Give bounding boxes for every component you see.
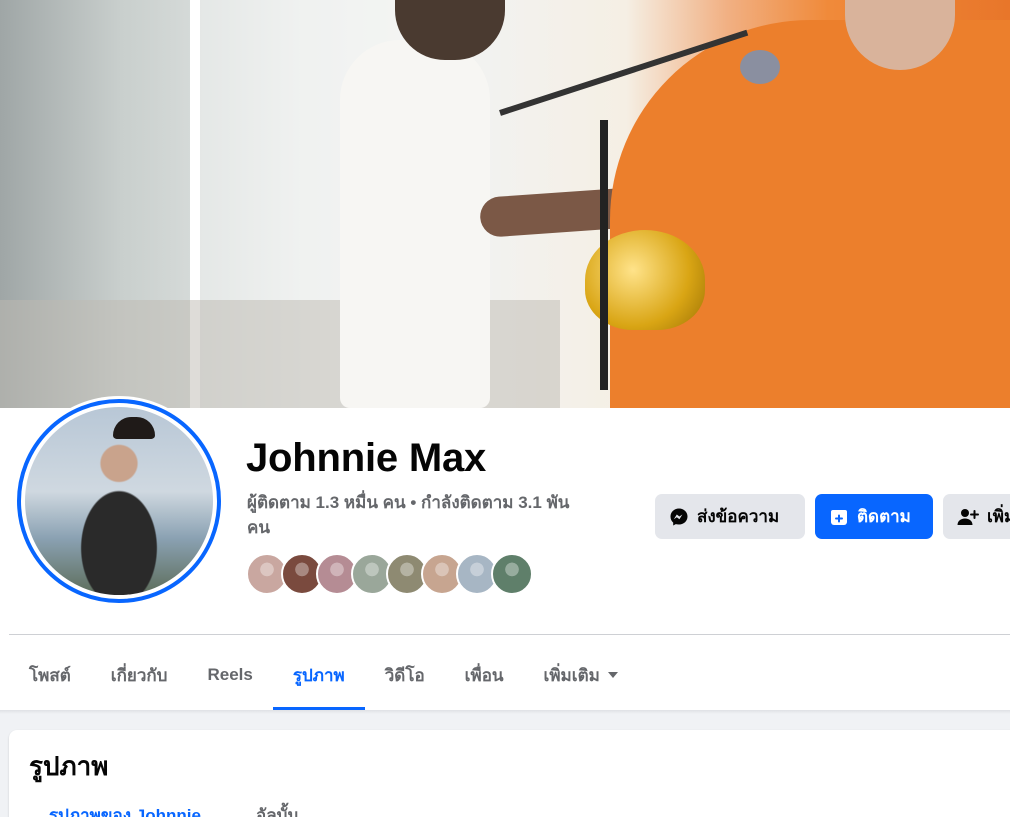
cover-microphone — [740, 50, 780, 84]
tab-label: Reels — [207, 665, 253, 684]
caret-down-icon — [607, 672, 618, 678]
photos-section-title: รูปภาพ — [29, 751, 109, 781]
tab-friends[interactable]: เพื่อน — [445, 640, 524, 710]
cover-monk — [610, 20, 1010, 408]
tab-posts[interactable]: โพสต์ — [9, 640, 91, 710]
profile-tabs: โพสต์ เกี่ยวกับ Reels รูปภาพ วิดีโอ เพื่… — [9, 640, 638, 710]
follow-button-label: ติดตาม — [857, 507, 911, 526]
add-friend-button[interactable]: เพิ่มเพื่อน — [943, 494, 1010, 539]
tab-label: วิดีโอ — [384, 665, 425, 685]
photos-card: รูปภาพ รูปภาพของ Johnnie อัลบั้ม — [9, 730, 1010, 817]
follow-button[interactable]: ติดตาม — [815, 494, 933, 539]
tab-photos[interactable]: รูปภาพ — [272, 640, 365, 710]
friend-avatars — [246, 553, 533, 595]
messenger-icon — [670, 508, 688, 525]
follow-icon — [831, 509, 847, 525]
tab-label: โพสต์ — [29, 665, 71, 685]
tab-label: เพื่อน — [464, 665, 504, 685]
profile-name: Johnnie Max — [246, 436, 487, 480]
cover-person — [340, 40, 490, 408]
subtab-photos-of[interactable]: รูปภาพของ Johnnie — [49, 802, 201, 817]
tab-videos[interactable]: วิดีโอ — [365, 640, 445, 710]
tab-more[interactable]: เพิ่มเติม — [524, 640, 638, 710]
cover-mic-stand — [600, 120, 608, 390]
profile-picture-hair — [113, 417, 155, 439]
story-ring — [17, 399, 221, 603]
tab-about[interactable]: เกี่ยวกับ — [91, 640, 188, 710]
message-button-label: ส่งข้อความ — [697, 507, 780, 526]
profile-avatar[interactable] — [14, 396, 224, 606]
tab-label: เพิ่มเติม — [543, 665, 600, 685]
header-shadow — [0, 710, 1010, 714]
profile-picture — [25, 407, 213, 595]
friend-avatar[interactable] — [491, 553, 533, 595]
add-friend-button-label: เพิ่มเพื่อน — [987, 507, 1010, 526]
add-friend-icon — [957, 508, 979, 525]
tab-reels[interactable]: Reels — [187, 640, 272, 710]
subtab-albums[interactable]: อัลบั้ม — [256, 802, 299, 817]
cover-photo[interactable] — [0, 0, 1010, 408]
header-divider — [9, 634, 1010, 635]
tab-label: เกี่ยวกับ — [110, 665, 168, 685]
follower-stats[interactable]: ผู้ติดตาม 1.3 หมื่น คน • กำลังติดตาม 3.1… — [247, 490, 592, 540]
tab-label: รูปภาพ — [292, 665, 345, 685]
message-button[interactable]: ส่งข้อความ — [655, 494, 805, 539]
